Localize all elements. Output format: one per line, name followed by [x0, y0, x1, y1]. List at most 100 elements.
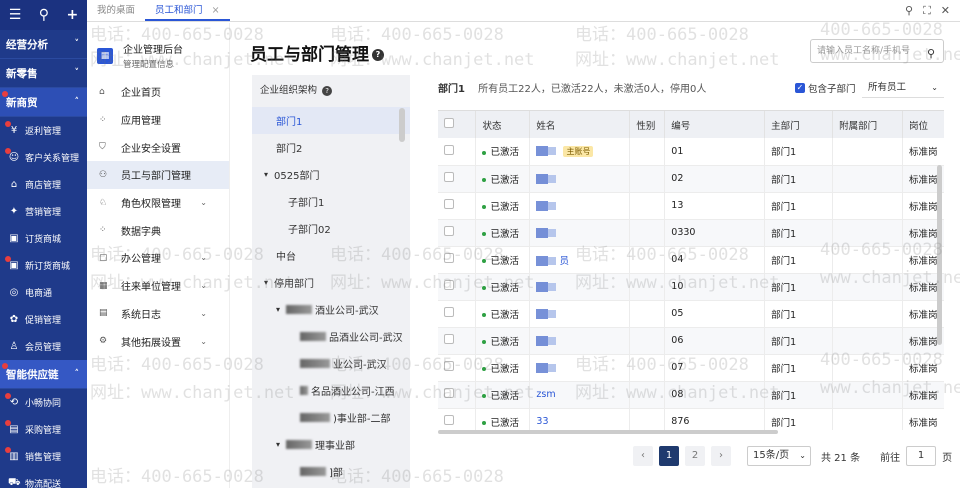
- submenu-item-label: 数据字典: [121, 226, 161, 238]
- table-vertical-scrollbar[interactable]: [937, 165, 942, 345]
- nav-section[interactable]: 新商贸 ˄: [0, 88, 87, 117]
- org-tree-node[interactable]: 部门1: [252, 107, 410, 134]
- add-icon[interactable]: +: [67, 7, 79, 23]
- main-department: 部门1: [771, 390, 797, 402]
- row-checkbox[interactable]: [444, 334, 454, 344]
- employee-search-input[interactable]: 请输入员工名称/手机号 ⚲: [810, 39, 944, 63]
- nav-section[interactable]: 新零售 ˅: [0, 59, 87, 88]
- page-2-button[interactable]: 2: [685, 446, 705, 466]
- table-row[interactable]: 已激活 05 部门1 标准岗: [438, 300, 944, 328]
- org-tree-node[interactable]: ▾ 酒业公司-武汉: [252, 296, 410, 323]
- table-row[interactable]: 已激活 主账号 01 部门1 标准岗: [438, 138, 944, 166]
- nav-item[interactable]: ☺ 客户关系管理: [0, 144, 87, 171]
- table-row[interactable]: 已激活 员 04 部门1 标准岗: [438, 246, 944, 274]
- nav-item[interactable]: ▥ 销售管理: [0, 443, 87, 470]
- table-row[interactable]: 已激活 13 部门1 标准岗: [438, 192, 944, 220]
- next-page-button[interactable]: ›: [711, 446, 731, 466]
- department-cell: 部门1: [764, 219, 834, 247]
- caret-down-icon[interactable]: ▾: [264, 278, 268, 287]
- org-tree-node[interactable]: ▾ 停用部门: [252, 269, 410, 296]
- org-tree-node[interactable]: 品酒业公司-武汉: [252, 323, 410, 350]
- row-checkbox[interactable]: [444, 199, 454, 209]
- table-row[interactable]: 已激活 10 部门1 标准岗: [438, 273, 944, 301]
- help-icon[interactable]: ?: [372, 49, 384, 61]
- submenu-item[interactable]: ⁘ 数据字典: [87, 216, 229, 244]
- nav-item[interactable]: ▣ 新订货商城: [0, 252, 87, 279]
- nav-item[interactable]: ♙ 会员管理: [0, 333, 87, 360]
- nav-item[interactable]: ◎ 电商通: [0, 279, 87, 306]
- submenu-item[interactable]: ⛉ 企业安全设置: [87, 133, 229, 161]
- org-tree-node[interactable]: 中台: [252, 242, 410, 269]
- nav-item[interactable]: ✦ 营销管理: [0, 198, 87, 225]
- tree-scrollbar[interactable]: [399, 108, 405, 142]
- submenu-item[interactable]: ⚙ 其他拓展设置 ⌄: [87, 327, 229, 355]
- org-tree-node[interactable]: 部门2: [252, 134, 410, 161]
- submenu-item[interactable]: ⁘ 应用管理: [87, 106, 229, 134]
- org-tree-node[interactable]: ]部: [252, 458, 410, 485]
- nav-item[interactable]: ¥ 返利管理: [0, 117, 87, 144]
- row-checkbox[interactable]: [444, 280, 454, 290]
- org-tree-node[interactable]: 业公司-武汉: [252, 350, 410, 377]
- page-size-select[interactable]: 15条/页 ⌄: [747, 446, 811, 466]
- submenu-item[interactable]: ⚇ 员工与部门管理: [87, 161, 229, 189]
- search-icon[interactable]: ⚲: [39, 7, 49, 23]
- table-row[interactable]: 已激活 0330 部门1 标准岗: [438, 219, 944, 247]
- org-tree-node-label: 品酒业公司-武汉: [329, 333, 403, 344]
- caret-down-icon[interactable]: ▾: [276, 305, 280, 314]
- search-icon[interactable]: ⚲: [927, 43, 935, 65]
- table-row[interactable]: 已激活 zsm 08 部门1 标准岗: [438, 381, 944, 409]
- submenu-item[interactable]: ⌂ 企业首页: [87, 78, 229, 106]
- row-checkbox[interactable]: [444, 307, 454, 317]
- tab-employees-departments[interactable]: 员工和部门 ×: [145, 0, 230, 21]
- row-checkbox[interactable]: [444, 144, 454, 155]
- goto-page-input[interactable]: 1: [906, 446, 937, 466]
- org-tree-node[interactable]: )事业部-二部: [252, 404, 410, 431]
- close-icon[interactable]: ✕: [941, 4, 950, 18]
- row-checkbox[interactable]: [444, 388, 454, 398]
- employee-name-link[interactable]: 33: [536, 416, 548, 427]
- page-1-button[interactable]: 1: [659, 446, 679, 466]
- row-checkbox[interactable]: [444, 226, 454, 236]
- org-tree-node[interactable]: ▾ 0525部门: [252, 161, 410, 188]
- menu-icon[interactable]: ☰: [9, 7, 22, 23]
- post-cell: 标准岗: [902, 138, 944, 166]
- table-horizontal-scrollbar[interactable]: [438, 430, 778, 434]
- nav-item[interactable]: ▣ 订货商城: [0, 225, 87, 252]
- submenu-item[interactable]: ▤ 系统日志 ⌄: [87, 300, 229, 328]
- employee-name-link[interactable]: zsm: [536, 389, 555, 400]
- search-icon[interactable]: ⚲: [905, 4, 913, 18]
- caret-down-icon[interactable]: ▾: [264, 170, 268, 179]
- close-icon[interactable]: ×: [212, 5, 220, 16]
- nav-item[interactable]: ⛟ 物流配送: [0, 470, 87, 497]
- table-row[interactable]: 已激活 02 部门1 标准岗: [438, 165, 944, 193]
- submenu-item[interactable]: ▢ 办公管理 ⌄: [87, 244, 229, 272]
- submenu-item[interactable]: ♘ 角色权限管理 ⌄: [87, 189, 229, 217]
- prev-page-button[interactable]: ‹: [633, 446, 653, 466]
- table-row[interactable]: 已激活 33 876 部门1 标准岗: [438, 408, 944, 430]
- nav-item[interactable]: ⟲ 小畅协同: [0, 389, 87, 416]
- employee-name-link[interactable]: 员: [559, 256, 569, 267]
- org-tree-node[interactable]: ▾ 理事业部: [252, 431, 410, 458]
- nav-section[interactable]: 经营分析 ˅: [0, 30, 87, 59]
- include-subdepartments-checkbox[interactable]: ✓ 包含子部门: [795, 81, 856, 95]
- org-tree-node[interactable]: 名品酒业公司-江西: [252, 377, 410, 404]
- submenu-item[interactable]: ▦ 往来单位管理 ⌄: [87, 272, 229, 300]
- tab-my-desktop[interactable]: 我的桌面: [87, 0, 145, 21]
- org-tree-node[interactable]: 子部门02: [252, 215, 410, 242]
- nav-item[interactable]: ▤ 采购管理: [0, 416, 87, 443]
- table-row[interactable]: 已激活 06 部门1 标准岗: [438, 327, 944, 355]
- table-row[interactable]: 已激活 07 部门1 标准岗: [438, 354, 944, 382]
- row-checkbox[interactable]: [444, 253, 454, 263]
- nav-item[interactable]: ⌂ 商店管理: [0, 171, 87, 198]
- help-icon[interactable]: ?: [322, 86, 333, 96]
- employee-filter-select[interactable]: 所有员工 ⌄: [862, 78, 944, 98]
- nav-item[interactable]: ✿ 促销管理: [0, 306, 87, 333]
- nav-section-supply-chain[interactable]: 智能供应链 ˄: [0, 360, 87, 389]
- caret-down-icon[interactable]: ▾: [276, 440, 280, 449]
- row-checkbox[interactable]: [444, 172, 454, 182]
- select-all-checkbox[interactable]: [444, 118, 454, 128]
- row-checkbox[interactable]: [444, 415, 454, 425]
- org-tree-node[interactable]: 子部门1: [252, 188, 410, 215]
- row-checkbox[interactable]: [444, 361, 454, 371]
- fullscreen-icon[interactable]: ⛶: [923, 4, 931, 18]
